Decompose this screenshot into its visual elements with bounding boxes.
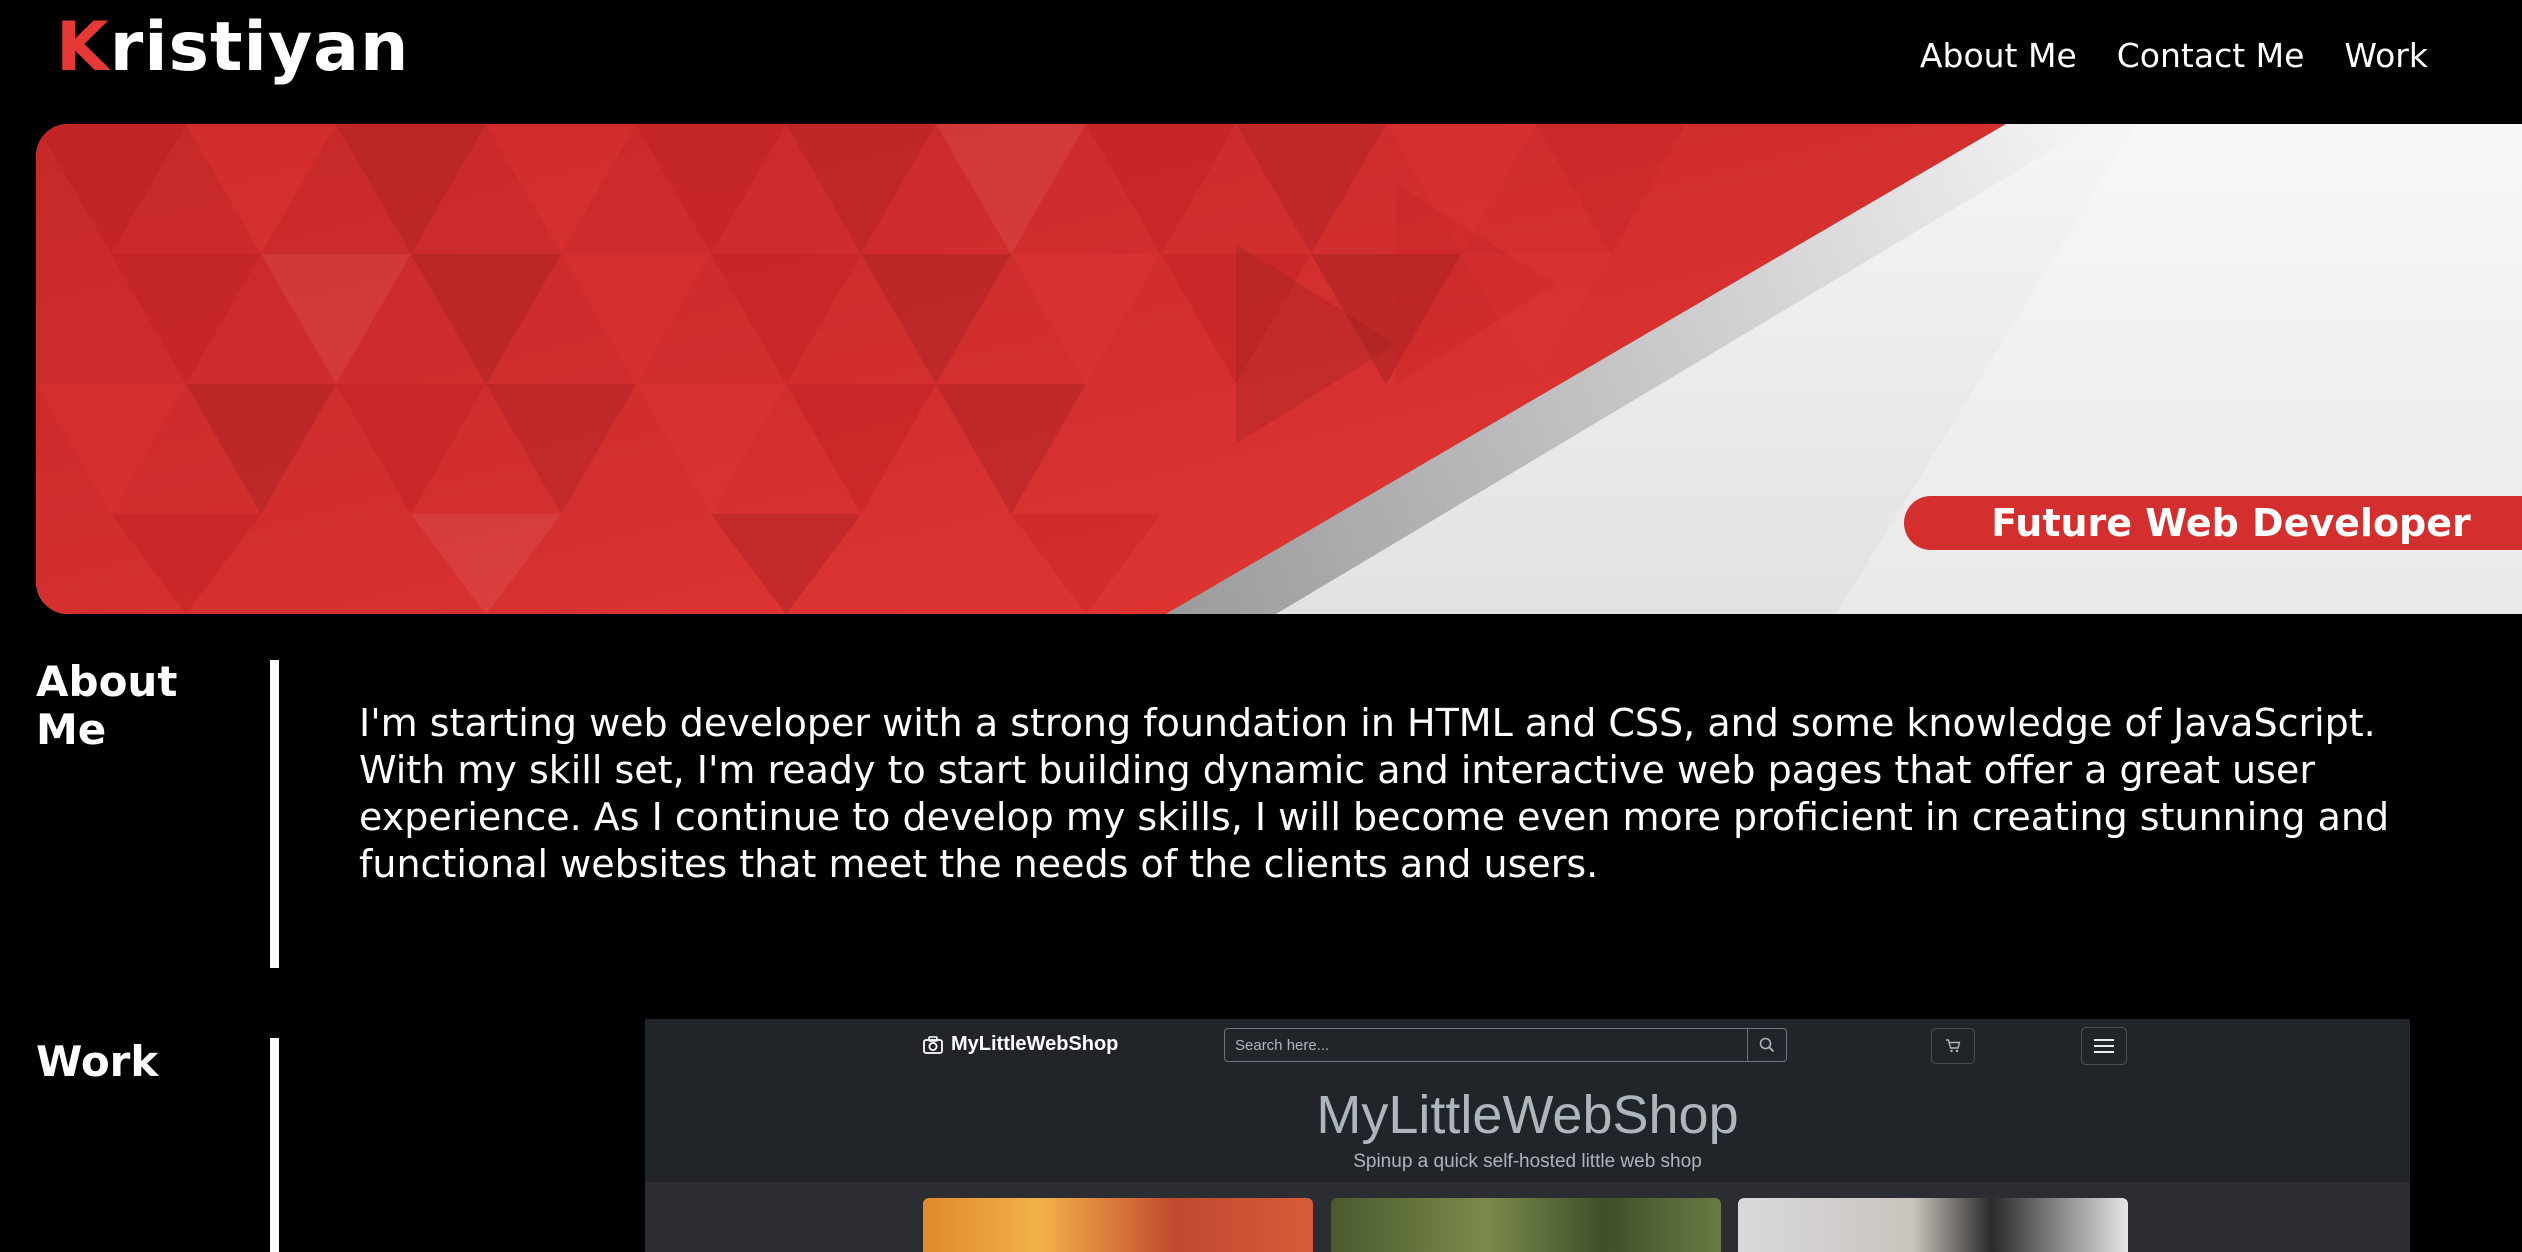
shop-hero-subtitle: Spinup a quick self-hosted little web sh… [1353,1151,1702,1172]
work-divider [270,1038,279,1252]
menu-icon [2094,1039,2114,1053]
tagline-text: Future Web Developer [1991,501,2471,545]
camera-icon [923,1035,943,1054]
about-text: I'm starting web developer with a strong… [359,701,2390,886]
shop-product-card-image [923,1198,1313,1252]
tagline-badge: Future Web Developer [1904,496,2522,550]
logo-name: ristiyan [109,8,410,87]
shop-cart-button [1931,1028,1975,1064]
site-logo[interactable]: Kristiyan [56,6,409,90]
shop-brand: MyLittleWebShop [923,1033,1118,1056]
shop-hero-title: MyLittleWebShop [1316,1085,1739,1145]
hero-banner: Future Web Developer [36,124,2522,614]
about-section-title: About Me [36,657,178,754]
shop-menu-button [2081,1027,2127,1065]
work-project-preview[interactable]: MyLittleWebShop Search here... MyLittleW… [645,1019,2410,1252]
work-section-title: Work [36,1037,159,1086]
shop-product-card-image [1331,1198,1721,1252]
shop-brand-label: MyLittleWebShop [951,1033,1119,1055]
search-icon [1759,1037,1775,1053]
shop-product-card-image [1738,1198,2128,1252]
shop-search-button [1747,1029,1786,1061]
nav-link-work[interactable]: Work [2344,30,2428,82]
shop-navbar: MyLittleWebShop Search here... [645,1019,2410,1073]
nav-link-contact-me[interactable]: Contact Me [2117,30,2305,82]
cart-icon [1946,1039,1961,1053]
logo-initial: K [56,8,110,87]
shop-search-box: Search here... [1224,1028,1787,1062]
about-divider [270,660,279,968]
main-nav: About Me Contact Me Work [1920,30,2428,82]
shop-search-placeholder: Search here... [1235,1036,1330,1054]
nav-link-about-me[interactable]: About Me [1920,30,2077,82]
